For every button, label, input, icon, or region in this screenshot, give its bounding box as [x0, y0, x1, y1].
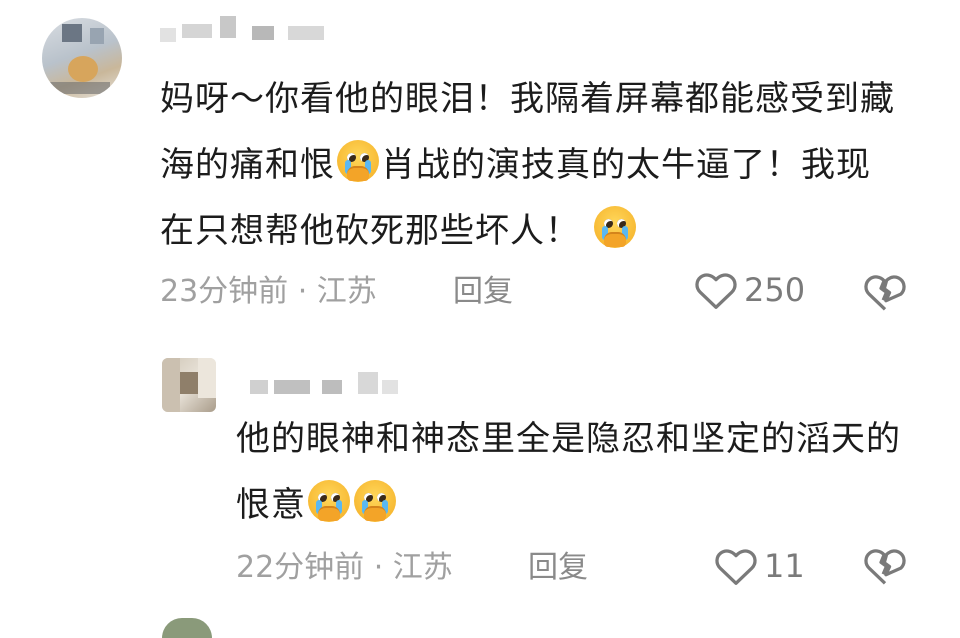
comment-timestamp-location: 23分钟前 · 江苏 [160, 274, 377, 309]
reply-button[interactable]: 回复 [453, 272, 513, 312]
like-count: 11 [764, 547, 805, 585]
crying-face-emoji-icon [593, 206, 636, 248]
like-button[interactable]: 250 [694, 270, 805, 310]
dislike-button[interactable] [862, 272, 908, 316]
comment-text: 妈呀～你看他的眼泪！我隔着屏幕都能感受到藏海的痛和恨 肖战的演技真的太牛逼了！我现… [160, 79, 895, 251]
next-comment-avatar[interactable] [162, 618, 212, 638]
dislike-button[interactable] [862, 546, 908, 590]
heart-outline-icon [695, 273, 737, 309]
crying-face-emoji-icon [308, 480, 350, 522]
comment-item: 妈呀～你看他的眼泪！我隔着屏幕都能感受到藏海的痛和恨 肖战的演技真的太牛逼了！我现… [0, 0, 960, 330]
comment-text: 他的眼神和神态里全是隐忍和坚定的滔天的恨意 [236, 419, 901, 525]
reply-button[interactable]: 回复 [528, 548, 588, 588]
avatar[interactable] [42, 18, 122, 98]
broken-heart-icon [864, 275, 906, 311]
broken-heart-icon [864, 549, 906, 585]
like-button[interactable]: 11 [714, 546, 805, 586]
reply-comment-item: 他的眼神和神态里全是隐忍和坚定的滔天的恨意 22分钟前 · 江苏 回复 [0, 340, 960, 620]
comment-timestamp-location: 22分钟前 · 江苏 [236, 550, 453, 585]
crying-face-emoji-icon [337, 140, 379, 182]
heart-outline-icon [715, 549, 757, 585]
like-count: 250 [744, 271, 806, 309]
crying-face-emoji-icon [354, 480, 396, 522]
avatar[interactable] [162, 358, 216, 412]
